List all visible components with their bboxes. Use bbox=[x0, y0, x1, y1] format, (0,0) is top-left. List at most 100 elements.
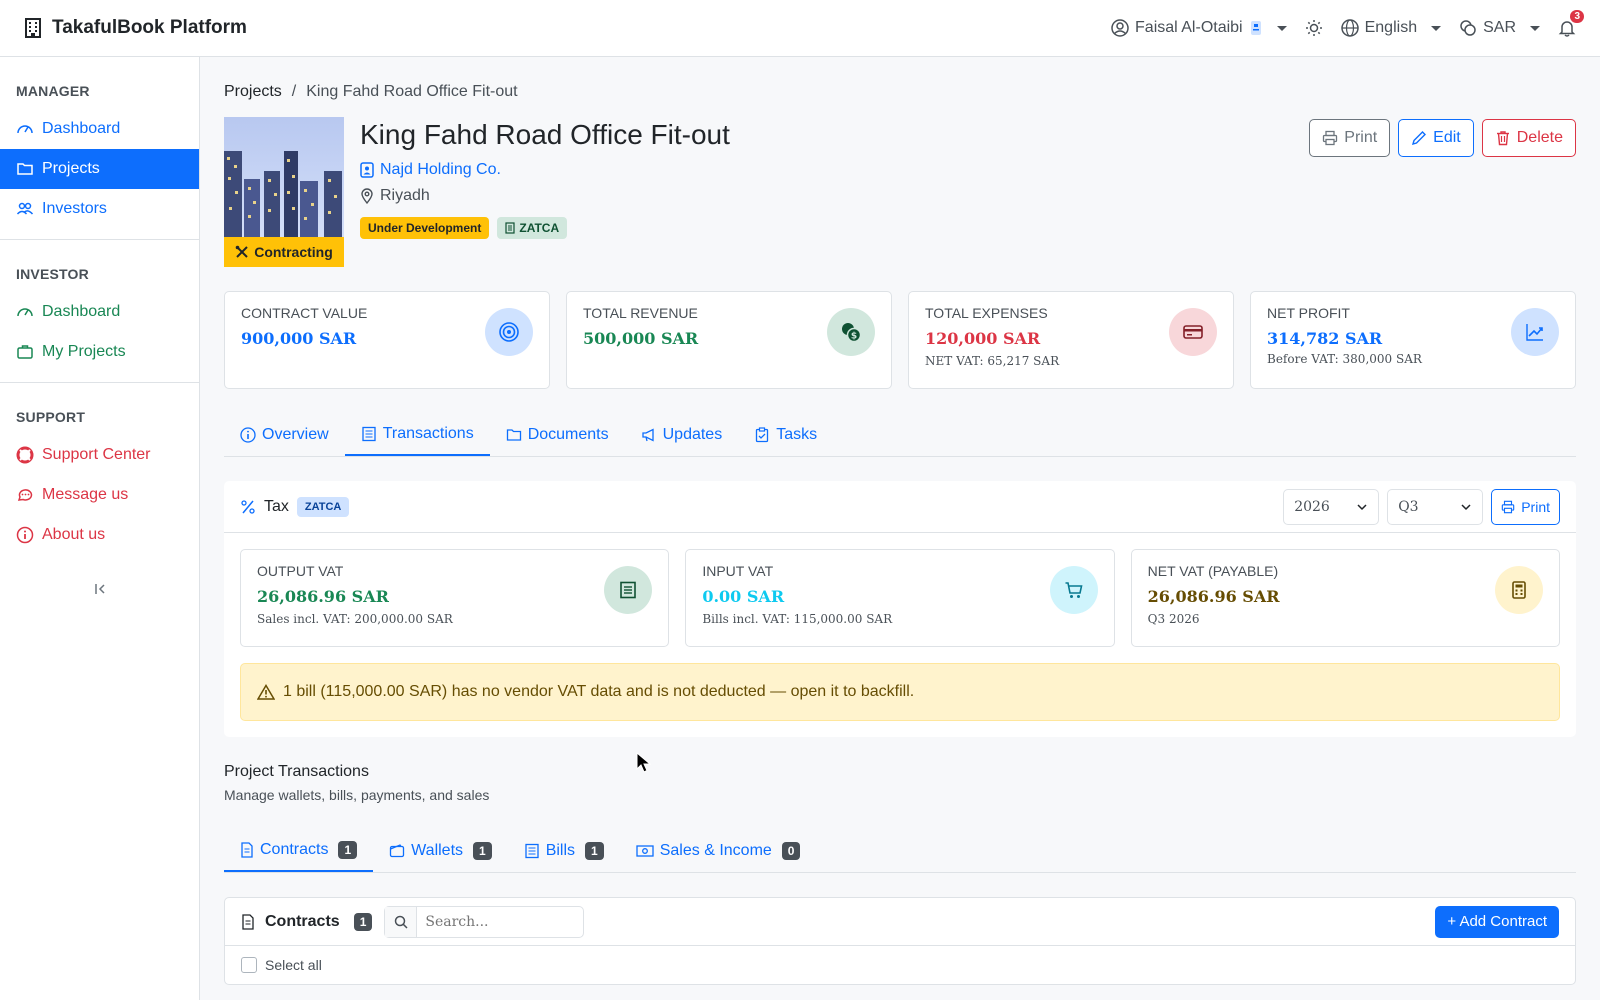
tab-count-badge: 1 bbox=[585, 841, 604, 860]
alert-text: 1 bill (115,000.00 SAR) has no vendor VA… bbox=[283, 683, 915, 700]
main-content: Projects / King Fahd Road Office Fit-out bbox=[224, 57, 1576, 985]
info-circle-icon bbox=[240, 426, 256, 443]
speedometer-icon bbox=[16, 303, 34, 321]
edit-button-label: Edit bbox=[1433, 129, 1461, 146]
tab-tasks[interactable]: Tasks bbox=[738, 413, 833, 456]
breadcrumb-current: King Fahd Road Office Fit-out bbox=[306, 83, 518, 100]
tab-bills[interactable]: Bills 1 bbox=[508, 829, 620, 872]
sidebar-item-label: About us bbox=[42, 526, 106, 543]
bullseye-icon bbox=[485, 308, 533, 356]
user-menu[interactable]: Faisal Al-Otaibi bbox=[1111, 19, 1287, 37]
print-button[interactable]: Print bbox=[1309, 119, 1391, 157]
project-client-name: Najd Holding Co. bbox=[380, 161, 501, 178]
warning-triangle-icon bbox=[257, 684, 275, 700]
search-input[interactable] bbox=[417, 906, 578, 937]
notification-count-badge: 3 bbox=[1570, 10, 1584, 23]
stat-sub: Before VAT: 380,000 SAR bbox=[1267, 352, 1422, 366]
tab-wallets[interactable]: Wallets 1 bbox=[373, 829, 508, 872]
theme-toggle[interactable] bbox=[1305, 19, 1323, 37]
sidebar-item-dashboard[interactable]: Dashboard bbox=[0, 109, 199, 149]
select-all-row: Select all bbox=[225, 946, 1575, 984]
tab-label: Sales & Income bbox=[659, 841, 772, 859]
tab-label: Transactions bbox=[382, 424, 474, 442]
total-expenses-card: TOTAL EXPENSES 120,000 SAR NET VAT: 65,2… bbox=[908, 291, 1234, 389]
quarter-select[interactable]: Q3 bbox=[1387, 488, 1484, 525]
chevron-down-icon bbox=[1276, 25, 1287, 31]
megaphone-icon bbox=[641, 427, 657, 443]
sidebar-item-investors[interactable]: Investors bbox=[0, 189, 199, 229]
tab-transactions[interactable]: Transactions bbox=[344, 413, 490, 456]
print-button-label: Print bbox=[1344, 129, 1378, 146]
brand[interactable]: TakafulBook Platform bbox=[24, 17, 247, 39]
contracts-count-badge: 1 bbox=[353, 912, 373, 931]
stat-label: NET VAT (PAYABLE) bbox=[1147, 563, 1279, 579]
sidebar-item-support-center[interactable]: Support Center bbox=[0, 435, 199, 475]
currency-selector[interactable]: SAR bbox=[1459, 19, 1540, 37]
transactions-title: Project Transactions bbox=[224, 763, 369, 780]
year-select-value: 2026 bbox=[1294, 498, 1330, 515]
contracts-card: Contracts 1 + Add Contract Select all bbox=[224, 897, 1576, 985]
contracts-search bbox=[384, 905, 585, 938]
tab-sales-income[interactable]: Sales & Income 0 bbox=[620, 829, 817, 872]
sidebar-item-investor-dashboard[interactable]: Dashboard bbox=[0, 292, 199, 332]
tab-label: Tasks bbox=[776, 425, 818, 443]
tab-overview[interactable]: Overview bbox=[224, 413, 345, 456]
tab-documents[interactable]: Documents bbox=[490, 413, 625, 456]
currency-label: SAR bbox=[1483, 19, 1516, 36]
speedometer-icon bbox=[16, 120, 34, 138]
project-client-link[interactable]: Najd Holding Co. bbox=[360, 161, 730, 179]
sidebar-item-label: Investors bbox=[42, 200, 107, 217]
tab-label: Overview bbox=[262, 425, 329, 443]
sidebar-collapse-button[interactable] bbox=[0, 581, 199, 597]
quarter-select-value: Q3 bbox=[1398, 498, 1419, 515]
year-select[interactable]: 2026 bbox=[1283, 488, 1380, 525]
graph-up-icon bbox=[1511, 308, 1559, 356]
zatca-badge: ZATCA bbox=[296, 496, 350, 517]
language-label: English bbox=[1364, 19, 1418, 36]
edit-button[interactable]: Edit bbox=[1398, 119, 1474, 157]
project-stage-badge: Contracting bbox=[224, 237, 344, 267]
sidebar: MANAGER Dashboard Projects Investors INV… bbox=[0, 57, 200, 1000]
tax-card: Tax ZATCA 2026 Q3 Print OUTPUT VAT 26,08… bbox=[224, 481, 1576, 737]
brand-title: TakafulBook Platform bbox=[52, 17, 247, 38]
sidebar-item-label: Support Center bbox=[42, 446, 151, 463]
building-icon bbox=[24, 18, 42, 38]
breadcrumb-projects-link[interactable]: Projects bbox=[224, 83, 282, 101]
sidebar-item-my-projects[interactable]: My Projects bbox=[0, 332, 199, 372]
delete-button[interactable]: Delete bbox=[1481, 119, 1576, 157]
mouse-cursor-icon bbox=[636, 752, 652, 774]
folder-icon bbox=[16, 160, 34, 178]
stat-value: 26,086.96 SAR bbox=[257, 587, 389, 606]
project-header: Contracting King Fahd Road Office Fit-ou… bbox=[224, 117, 1576, 267]
sidebar-item-about-us[interactable]: About us bbox=[0, 515, 199, 555]
add-contract-button[interactable]: + Add Contract bbox=[1435, 905, 1559, 938]
tab-count-badge: 0 bbox=[781, 841, 801, 860]
file-text-icon bbox=[240, 841, 254, 858]
svg-text:$: $ bbox=[851, 332, 857, 342]
folder-icon bbox=[506, 427, 522, 443]
sidebar-item-message-us[interactable]: Message us bbox=[0, 475, 199, 515]
info-circle-icon bbox=[16, 526, 34, 544]
project-tabs: Overview Transactions Documents Updates … bbox=[224, 413, 1576, 457]
sidebar-item-projects[interactable]: Projects bbox=[0, 149, 199, 189]
input-vat-card: INPUT VAT 0.00 SAR Bills incl. VAT: 115,… bbox=[685, 549, 1115, 647]
receipt-icon bbox=[524, 843, 540, 859]
file-text-icon bbox=[241, 913, 255, 930]
project-title: King Fahd Road Office Fit-out bbox=[360, 119, 730, 150]
select-all-label: Select all bbox=[265, 957, 322, 973]
select-all-checkbox[interactable] bbox=[241, 957, 257, 973]
chevron-down-icon bbox=[1460, 501, 1472, 513]
tab-count-badge: 1 bbox=[473, 841, 492, 860]
language-selector[interactable]: English bbox=[1340, 19, 1442, 37]
tab-updates[interactable]: Updates bbox=[625, 413, 739, 456]
id-badge-icon bbox=[1249, 20, 1263, 36]
tab-contracts[interactable]: Contracts 1 bbox=[224, 829, 374, 872]
tab-label: Bills bbox=[545, 841, 576, 859]
notifications-button[interactable]: 3 bbox=[1558, 10, 1584, 37]
credit-card-icon bbox=[1169, 308, 1217, 356]
clipboard-check-icon bbox=[754, 426, 770, 443]
receipt-icon bbox=[505, 222, 515, 234]
net-profit-card: NET PROFIT 314,782 SAR Before VAT: 380,0… bbox=[1250, 291, 1576, 389]
net-vat-card: NET VAT (PAYABLE) 26,086.96 SAR Q3 2026 bbox=[1130, 549, 1560, 647]
tax-print-button[interactable]: Print bbox=[1491, 488, 1560, 525]
